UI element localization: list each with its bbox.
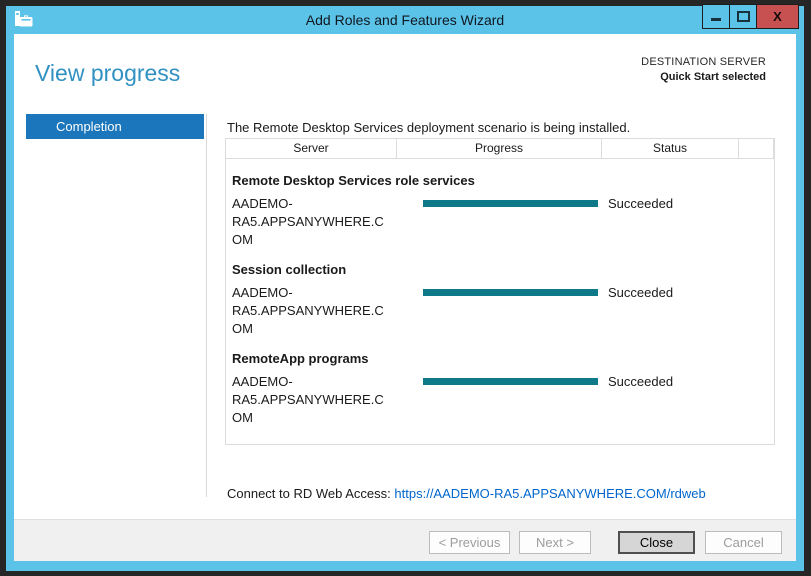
progress-cell <box>397 284 602 296</box>
server-cell: AADEMO-RA5.APPSANYWHERE.COM <box>226 284 397 338</box>
column-header-blank <box>739 139 774 158</box>
status-cell: Succeeded <box>602 284 739 302</box>
progress-table: Server Progress Status Remote Desktop Se… <box>225 138 775 445</box>
rd-web-access-label: Connect to RD Web Access: <box>227 486 391 501</box>
titlebar: Add Roles and Features Wizard X <box>6 6 804 34</box>
close-button[interactable]: Close <box>618 531 695 554</box>
next-button[interactable]: Next > <box>519 531 591 554</box>
sidebar-divider <box>206 114 207 497</box>
wizard-content: View progress DESTINATION SERVER Quick S… <box>14 34 796 561</box>
previous-button[interactable]: < Previous <box>429 531 510 554</box>
close-window-button[interactable]: X <box>756 4 799 29</box>
section-session-collection: Session collection AADEMO-RA5.APPSANYWHE… <box>226 262 774 338</box>
server-manager-icon <box>14 11 34 29</box>
section-remoteapp-programs: RemoteApp programs AADEMO-RA5.APPSANYWHE… <box>226 351 774 427</box>
section-heading: RemoteApp programs <box>232 351 774 366</box>
minimize-icon <box>711 18 721 21</box>
table-header-row: Server Progress Status <box>226 139 774 159</box>
table-row: AADEMO-RA5.APPSANYWHERE.COM Succeeded <box>226 373 774 427</box>
status-cell: Succeeded <box>602 195 739 213</box>
destination-server-block: DESTINATION SERVER Quick Start selected <box>641 56 766 83</box>
section-heading: Remote Desktop Services role services <box>232 173 774 188</box>
column-header-progress: Progress <box>397 139 602 158</box>
progress-cell <box>397 195 602 207</box>
progress-bar <box>423 289 598 296</box>
section-role-services: Remote Desktop Services role services AA… <box>226 173 774 249</box>
server-cell: AADEMO-RA5.APPSANYWHERE.COM <box>226 373 397 427</box>
minimize-button[interactable] <box>702 4 730 29</box>
window-controls: X <box>702 4 799 29</box>
sidebar-item-label: Completion <box>26 119 122 134</box>
server-cell: AADEMO-RA5.APPSANYWHERE.COM <box>226 195 397 249</box>
column-header-server: Server <box>226 139 397 158</box>
rd-web-access-link[interactable]: https://AADEMO-RA5.APPSANYWHERE.COM/rdwe… <box>394 486 705 501</box>
column-header-status: Status <box>602 139 739 158</box>
table-body: Remote Desktop Services role services AA… <box>226 159 774 427</box>
status-cell: Succeeded <box>602 373 739 391</box>
table-row: AADEMO-RA5.APPSANYWHERE.COM Succeeded <box>226 284 774 338</box>
section-heading: Session collection <box>232 262 774 277</box>
sidebar-item-completion[interactable]: Completion <box>26 114 204 139</box>
maximize-button[interactable] <box>729 4 757 29</box>
maximize-icon <box>737 11 750 22</box>
destination-server-label: DESTINATION SERVER <box>641 56 766 68</box>
window-title: Add Roles and Features Wizard <box>6 12 804 28</box>
deployment-status-message: The Remote Desktop Services deployment s… <box>227 120 630 135</box>
progress-bar <box>423 378 598 385</box>
cancel-button[interactable]: Cancel <box>705 531 782 554</box>
progress-cell <box>397 373 602 385</box>
page-title: View progress <box>35 60 180 87</box>
rd-web-access-note: Connect to RD Web Access: https://AADEMO… <box>227 486 706 501</box>
wizard-window: Add Roles and Features Wizard X View pro… <box>6 6 804 571</box>
close-icon: X <box>773 10 782 23</box>
destination-server-value: Quick Start selected <box>641 71 766 83</box>
wizard-footer: < Previous Next > Close Cancel <box>14 519 796 561</box>
table-row: AADEMO-RA5.APPSANYWHERE.COM Succeeded <box>226 195 774 249</box>
progress-bar <box>423 200 598 207</box>
